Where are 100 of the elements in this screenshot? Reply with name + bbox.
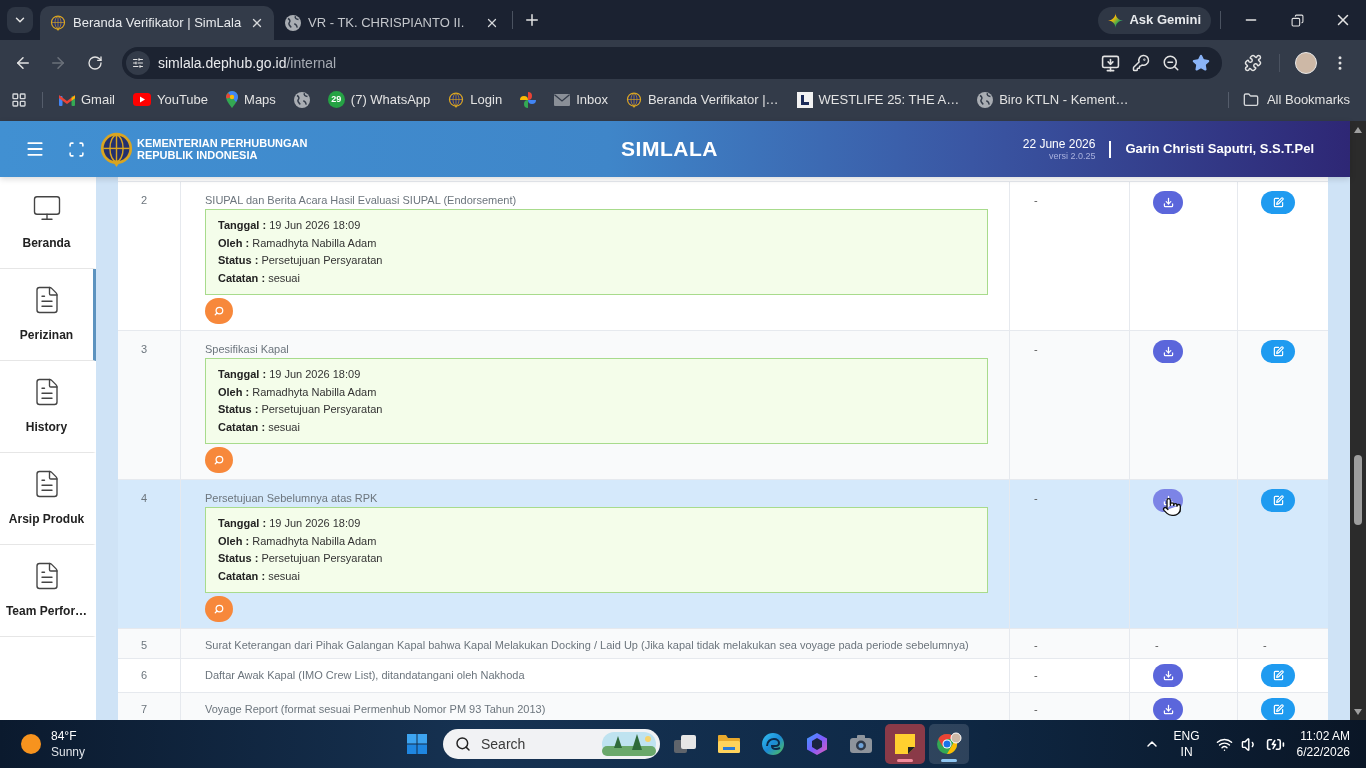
clock-button[interactable]: 11:02 AM 6/22/2026 xyxy=(1296,728,1350,760)
bookmark-item[interactable]: Biro KTLN - Kement… xyxy=(969,87,1137,112)
search-icon xyxy=(214,306,224,316)
map-pin-icon xyxy=(226,91,239,108)
row-number: 4 xyxy=(141,492,148,504)
emblem-favicon-icon xyxy=(448,91,465,108)
edit-button[interactable] xyxy=(1261,340,1295,363)
review-entry: Status : Persetujuan Persyaratan xyxy=(218,551,383,566)
edit-icon xyxy=(1272,670,1284,681)
scrollbar[interactable] xyxy=(1350,121,1366,720)
search-icon xyxy=(214,455,224,465)
bookmark-item[interactable]: Maps xyxy=(218,87,284,112)
review-entry: Status : Persetujuan Persyaratan xyxy=(218,253,383,268)
restore-icon[interactable] xyxy=(1290,13,1304,27)
scrollbar-thumb[interactable] xyxy=(1354,455,1362,525)
zoom-icon[interactable] xyxy=(1162,54,1180,72)
bookmark-item[interactable]: Inbox xyxy=(546,87,616,112)
edit-button[interactable] xyxy=(1261,489,1295,512)
sparkle-icon xyxy=(1108,12,1124,28)
search-icon xyxy=(455,736,471,752)
bookmark-item[interactable]: Beranda Verifikator |… xyxy=(617,87,787,112)
taskbar-app[interactable] xyxy=(929,724,969,764)
language-button[interactable]: ENG IN xyxy=(1173,728,1200,760)
site-info-button[interactable] xyxy=(126,51,150,75)
review-entry: Status : Persetujuan Persyaratan xyxy=(218,402,383,417)
dash-text: - xyxy=(1034,492,1038,504)
close-icon[interactable] xyxy=(485,16,499,30)
square-logo-icon xyxy=(796,91,813,108)
dash-text: - xyxy=(1034,639,1038,651)
document-title: Voyage Report (format sesuai Permenhub Nomor PM 93 Tahun 2013) xyxy=(205,702,546,716)
edit-button[interactable] xyxy=(1261,191,1295,214)
envelope-m-icon xyxy=(59,93,75,106)
swirl-icon xyxy=(761,732,785,756)
globe-icon xyxy=(285,15,301,31)
ask-assistant-button[interactable]: Ask Gemini xyxy=(1098,6,1211,34)
sliders-icon xyxy=(132,57,144,69)
bookmark-item[interactable]: YouTube xyxy=(124,87,217,112)
bookmark-item[interactable]: Login xyxy=(440,87,511,112)
edit-icon xyxy=(1272,197,1284,208)
key-icon[interactable] xyxy=(1132,54,1150,72)
scroll-up-icon[interactable] xyxy=(1354,127,1362,133)
edit-icon xyxy=(1272,495,1284,506)
back-icon[interactable] xyxy=(14,54,32,72)
user-name[interactable]: Garin Christi Saputri, S.S.T.Pel xyxy=(1125,139,1314,159)
review-entry: Catatan : sesuai xyxy=(218,568,300,584)
new-tab-icon[interactable] xyxy=(523,11,541,29)
extensions-icon[interactable] xyxy=(1244,54,1262,72)
weather-widget[interactable]: 84°F Sunny xyxy=(21,728,101,760)
edit-button[interactable] xyxy=(1261,698,1295,720)
close-icon[interactable] xyxy=(250,16,264,30)
bookmark-item[interactable]: Gmail xyxy=(51,87,123,112)
review-entry: Tanggal : 19 Jun 2026 18:09 xyxy=(218,218,361,233)
notification-badge: 29 xyxy=(327,91,345,108)
document-title: Spesifikasi Kapal xyxy=(205,342,289,356)
organization-name: REPUBLIK INDONESIA xyxy=(137,149,259,161)
download-icon xyxy=(1162,197,1174,208)
scroll-down-icon[interactable] xyxy=(1354,709,1362,715)
browser-tab[interactable]: Beranda Verifikator | SimLala xyxy=(40,6,274,40)
review-entry: Tanggal : 19 Jun 2026 18:09 xyxy=(218,516,361,531)
row-number: 6 xyxy=(141,669,148,681)
install-icon[interactable] xyxy=(1101,53,1120,73)
row-number: 7 xyxy=(141,703,148,715)
review-entry: Catatan : sesuai xyxy=(218,270,300,286)
address-bar[interactable]: simlala.dephub.go.id/internal xyxy=(122,47,1222,79)
profile-avatar[interactable] xyxy=(1295,52,1317,74)
browser-tab[interactable]: VR - TK. CHRISPIANTO II. xyxy=(275,6,509,40)
search-field[interactable]: Search xyxy=(443,729,660,759)
download-icon xyxy=(1162,704,1174,715)
dash-text: - xyxy=(1034,703,1038,715)
dash-text: - xyxy=(1034,669,1038,681)
app-title: SIMLALA xyxy=(621,136,718,163)
reload-icon[interactable] xyxy=(87,55,103,71)
bookmark-item[interactable]: 29 (7) WhatsApp xyxy=(319,87,439,112)
edit-icon xyxy=(1272,704,1284,715)
running-indicator xyxy=(941,759,957,762)
landscape-drawing xyxy=(602,732,656,756)
dash-text: - xyxy=(1034,194,1038,206)
all-bookmarks-button[interactable]: All Bookmarks xyxy=(1234,87,1358,112)
document-title: Persetujuan Sebelumnya atas RPK xyxy=(205,491,378,505)
apps-grid-icon[interactable] xyxy=(11,91,27,108)
emblem-favicon-icon xyxy=(50,15,66,31)
globe-icon xyxy=(293,91,310,108)
current-date: 22 June 2026 xyxy=(1022,136,1096,151)
bookmark-star-icon[interactable] xyxy=(1192,54,1210,72)
bookmark-item[interactable]: WESTLIFE 25: THE A… xyxy=(788,87,968,112)
taskbar-app[interactable] xyxy=(885,724,925,764)
fullscreen-icon[interactable] xyxy=(68,140,85,158)
folder-icon xyxy=(1242,91,1259,108)
edit-icon xyxy=(1272,346,1284,357)
edit-button[interactable] xyxy=(1261,664,1295,687)
row-number: 2 xyxy=(141,194,148,206)
play-icon xyxy=(132,93,151,106)
globe-icon xyxy=(977,91,994,108)
tab-search-button[interactable] xyxy=(7,7,33,33)
row-number: 3 xyxy=(141,343,148,355)
temperature: 84°F xyxy=(51,728,78,744)
pinwheel-icon xyxy=(520,91,537,108)
four-squares-logo-icon xyxy=(407,734,427,754)
download-icon xyxy=(1162,670,1174,681)
document-title: Daftar Awak Kapal (IMO Crew List), ditandatangani oleh Nakhoda xyxy=(205,668,525,682)
